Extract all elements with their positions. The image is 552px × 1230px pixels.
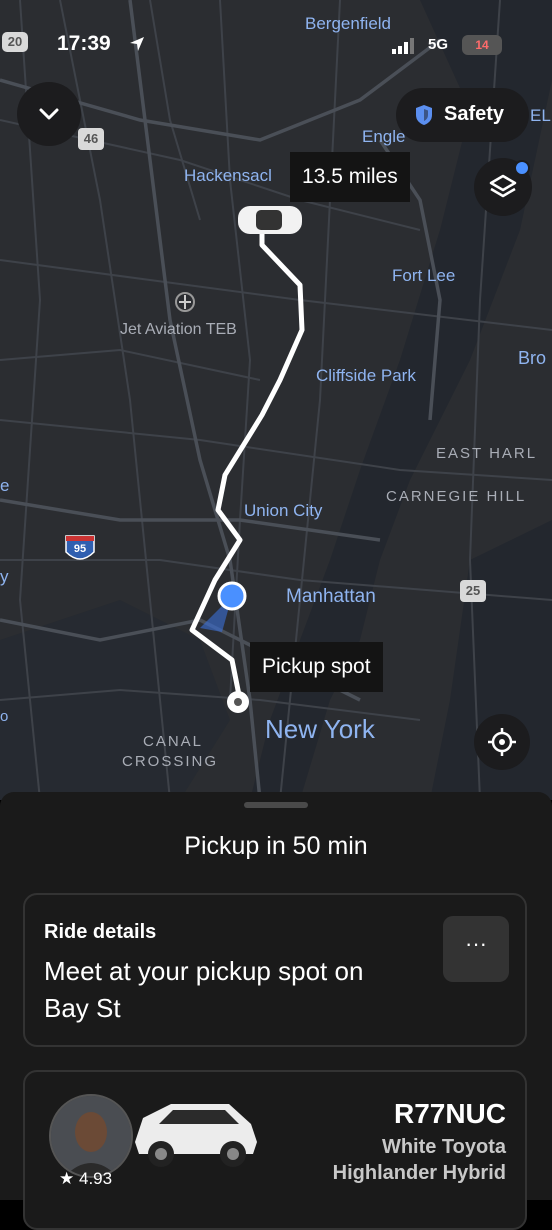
map-label-cliffside: Cliffside Park	[316, 366, 416, 385]
status-road-badge: 20	[2, 32, 28, 52]
network-type: 5G	[428, 36, 449, 53]
car-photo	[135, 1104, 257, 1167]
battery-indicator: 14	[462, 35, 502, 55]
map-label-bronx: Bro	[518, 348, 547, 368]
map-label-el: EL	[530, 106, 551, 125]
location-arrow-icon	[130, 37, 144, 51]
recenter-button[interactable]	[474, 714, 530, 770]
driver-photo	[51, 1096, 131, 1176]
ride-details-label: Ride details	[44, 921, 157, 943]
safety-label: Safety	[444, 103, 505, 125]
car-icon	[238, 206, 302, 234]
map-label-englewood: Engle	[362, 127, 406, 146]
map-label-edge-o: o	[0, 708, 9, 725]
star-icon: ★	[59, 1169, 75, 1188]
pickup-eta-title: Pickup in 50 min	[184, 832, 368, 860]
collapse-button[interactable]	[17, 82, 81, 146]
more-options-button[interactable]: ···	[443, 916, 509, 982]
safety-button[interactable]: Safety	[396, 88, 529, 142]
map-label-east-harlem: EAST HARL	[436, 445, 538, 462]
status-bar: 20 17:39 5G 14	[0, 0, 552, 90]
route-46-label: 46	[83, 131, 99, 146]
user-location-dot	[217, 581, 247, 611]
map-label-edge-e: e	[0, 476, 10, 495]
map-label-new-york: New York	[265, 714, 375, 744]
pickup-spot-callout[interactable]: Pickup spot	[250, 642, 383, 692]
map-label-jet-aviation: Jet Aviation TEB	[120, 321, 237, 338]
driver-rating-value: 4.93	[78, 1169, 113, 1188]
map-label-fort-lee: Fort Lee	[392, 266, 456, 285]
signal-icon	[392, 38, 414, 54]
car-model: White Toyota Highlander Hybrid	[333, 1134, 506, 1186]
crosshair-icon	[488, 728, 516, 756]
driver-rating: ★ 4.93	[59, 1169, 112, 1189]
i95-shield-label: 95	[73, 543, 87, 555]
car-model-line1: White Toyota	[381, 1136, 506, 1158]
shield-icon	[416, 105, 432, 125]
ride-details-card[interactable]: Ride details Meet at your pickup spot on…	[23, 893, 527, 1047]
map-label-union-city: Union City	[244, 501, 323, 520]
ride-details-message: Meet at your pickup spot on Bay St	[44, 956, 364, 1023]
map-label-canal: CANAL	[143, 733, 204, 750]
map-label-carnegie-hill: CARNEGIE HILL	[386, 488, 527, 505]
status-time: 17:39	[57, 32, 111, 55]
map-label-manhattan: Manhattan	[286, 586, 376, 607]
sheet-drag-handle[interactable]	[244, 802, 308, 808]
driver-avatar[interactable]	[49, 1094, 133, 1178]
license-plate: R77NUC	[393, 1098, 506, 1129]
driver-card[interactable]: ★ 4.93 R77NUC White Toyota Highlander Hy…	[23, 1070, 527, 1230]
map-label-edge-y: y	[0, 567, 9, 586]
route-25-label: 25	[465, 583, 481, 598]
map-label-crossing: CROSSING	[122, 753, 219, 770]
layers-notification-dot	[514, 160, 530, 176]
trip-bottom-sheet[interactable]: Pickup in 50 min Ride details Meet at yo…	[0, 792, 552, 1230]
map-label-hackensack: Hackensacl	[184, 166, 272, 185]
car-model-line2: Highlander Hybrid	[332, 1162, 506, 1184]
distance-callout: 13.5 miles	[290, 152, 410, 202]
chevron-down-icon	[39, 108, 59, 120]
